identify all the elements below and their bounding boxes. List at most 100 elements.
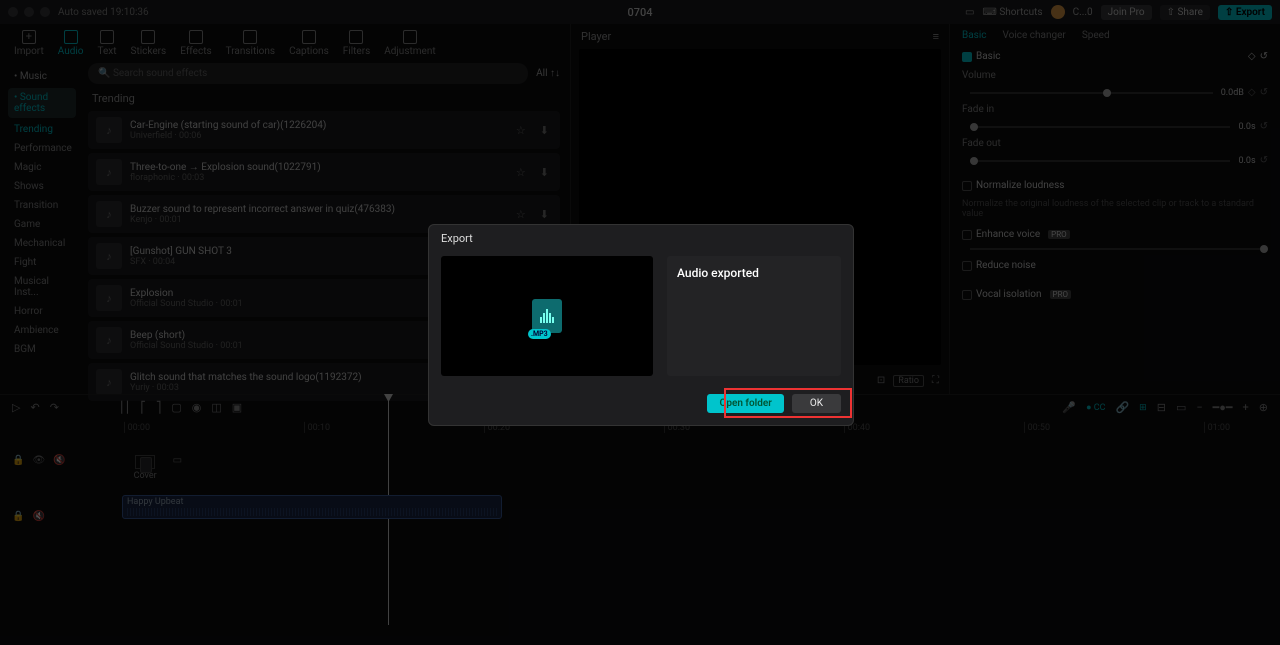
prop-tab-speed[interactable]: Speed	[1082, 30, 1110, 41]
zoom-fit-icon[interactable]: ⊕	[1259, 401, 1268, 414]
subcategory-performance[interactable]: Performance	[0, 139, 84, 158]
trim-left-icon[interactable]: ⎡	[140, 401, 146, 414]
normalize-desc: Normalize the original loudness of the s…	[962, 199, 1268, 219]
visibility-icon[interactable]: 👁	[32, 455, 45, 481]
zoom-out-icon[interactable]: −	[1196, 401, 1202, 414]
media-tab-transitions[interactable]: Transitions	[226, 30, 275, 57]
subcategory-musical-inst-[interactable]: Musical Inst...	[0, 272, 84, 302]
sound-row[interactable]: ♪Car-Engine (starting sound of car)(1226…	[88, 111, 560, 149]
zoom-in-icon[interactable]: +	[1243, 401, 1249, 414]
fadeout-label: Fade out	[962, 138, 1001, 149]
reset-icon[interactable]: ↺	[1260, 155, 1268, 166]
download-icon[interactable]: ⬇	[537, 124, 552, 137]
subcategory-game[interactable]: Game	[0, 215, 84, 234]
lock-icon[interactable]: 🔒	[12, 455, 24, 481]
basic-toggle[interactable]	[962, 52, 972, 62]
media-tab-captions[interactable]: Captions	[289, 30, 329, 57]
reset-icon[interactable]: ↺	[1260, 87, 1268, 98]
media-tab-text[interactable]: Text	[97, 30, 116, 57]
mute-icon[interactable]: 🔇	[53, 455, 65, 481]
media-tab-stickers[interactable]: Stickers	[131, 30, 167, 57]
ratio-button[interactable]: Ratio	[893, 375, 924, 387]
media-tab-effects[interactable]: Effects	[180, 30, 211, 57]
download-icon[interactable]: ⬇	[537, 208, 552, 221]
enhance-slider[interactable]	[970, 248, 1260, 250]
lock-icon[interactable]: 🔒	[12, 511, 24, 522]
player-menu-icon[interactable]: ≡	[933, 30, 939, 43]
subcategory-ambience[interactable]: Ambience	[0, 321, 84, 340]
favorite-icon[interactable]: ☆	[513, 166, 529, 179]
link-icon[interactable]: 🔗	[1115, 401, 1129, 414]
favorite-icon[interactable]: ☆	[513, 124, 529, 137]
reset-icon[interactable]: ↺	[1260, 121, 1268, 132]
selection-tool-icon[interactable]: ▷	[12, 401, 20, 414]
subcategory-magic[interactable]: Magic	[0, 158, 84, 177]
search-input[interactable]: 🔍 Search sound effects	[88, 63, 528, 84]
marker-icon[interactable]: ◉	[192, 401, 202, 414]
keyframe-icon[interactable]: ◇	[1248, 87, 1256, 98]
waveform	[127, 508, 497, 516]
mute-icon[interactable]: 🔇	[32, 511, 44, 522]
sort-all[interactable]: All ↑↓	[536, 68, 560, 79]
subcategory-bgm[interactable]: BGM	[0, 340, 84, 359]
open-folder-button[interactable]: Open folder	[707, 394, 783, 413]
subcategory-trending[interactable]: Trending	[0, 120, 84, 139]
sound-row[interactable]: ♪Three-to-one → Explosion sound(1022791)…	[88, 153, 560, 191]
subcategory-horror[interactable]: Horror	[0, 302, 84, 321]
auto-caption[interactable]: ● CC	[1086, 402, 1105, 413]
layout-icon[interactable]: ▭	[965, 7, 974, 18]
video-clip[interactable]	[140, 457, 152, 473]
zoom-slider[interactable]: ━●━	[1213, 401, 1233, 414]
enhance-toggle[interactable]	[962, 230, 972, 240]
category-music[interactable]: • Music	[8, 67, 76, 86]
magnetic-icon[interactable]: ⊞	[1139, 403, 1147, 413]
user-name[interactable]: C...0	[1073, 7, 1093, 18]
redo-icon[interactable]: ↷	[50, 401, 59, 414]
mic-icon[interactable]: 🎤	[1062, 401, 1076, 414]
keyframe-icon[interactable]: ◇	[1248, 51, 1256, 62]
prop-tab-basic[interactable]: Basic	[962, 30, 987, 41]
preview-icon[interactable]: ▭	[1176, 401, 1186, 414]
download-icon[interactable]: ⬇	[537, 166, 552, 179]
sound-thumb: ♪	[96, 327, 122, 353]
crop-icon[interactable]: ◫	[211, 401, 221, 414]
subcategory-shows[interactable]: Shows	[0, 177, 84, 196]
subcategory-fight[interactable]: Fight	[0, 253, 84, 272]
subcategory-mechanical[interactable]: Mechanical	[0, 234, 84, 253]
basic-heading: Basic	[976, 51, 1001, 62]
isolation-toggle[interactable]	[962, 290, 972, 300]
reset-icon[interactable]: ↺	[1260, 51, 1268, 62]
reduce-toggle[interactable]	[962, 261, 972, 271]
normalize-toggle[interactable]	[962, 181, 972, 191]
ok-button[interactable]: OK	[792, 394, 841, 413]
window-traffic-lights[interactable]	[8, 7, 50, 17]
split-icon[interactable]: ⎮⎮	[119, 401, 130, 414]
avatar[interactable]	[1051, 5, 1065, 19]
fullscreen-icon[interactable]: ⛶	[932, 375, 939, 386]
volume-slider[interactable]	[970, 92, 1213, 94]
fadeout-slider[interactable]	[970, 160, 1230, 162]
audio-clip[interactable]: Happy Upbeat	[122, 495, 502, 519]
media-tab-import[interactable]: Import	[14, 30, 44, 57]
add-track-icon[interactable]: ▭	[173, 455, 182, 481]
undo-icon[interactable]: ↶	[30, 401, 39, 414]
media-tab-audio[interactable]: Audio	[58, 30, 84, 57]
section-heading: Trending	[92, 92, 560, 105]
record-icon[interactable]: ▣	[232, 401, 242, 414]
prop-tab-voice-changer[interactable]: Voice changer	[1003, 30, 1066, 41]
delete-icon[interactable]: ▢	[171, 401, 181, 414]
trim-right-icon[interactable]: ⎤	[156, 401, 162, 414]
media-tab-filters[interactable]: Filters	[343, 30, 371, 57]
scale-icon[interactable]: ⊡	[877, 375, 885, 386]
fadein-slider[interactable]	[970, 126, 1230, 128]
ruler-tick: │00:10	[302, 422, 330, 433]
snap-icon[interactable]: ⊟	[1157, 401, 1166, 414]
subcategory-transition[interactable]: Transition	[0, 196, 84, 215]
favorite-icon[interactable]: ☆	[513, 208, 529, 221]
share-button[interactable]: ⇧ Share	[1160, 5, 1210, 20]
join-pro-button[interactable]: Join Pro	[1101, 5, 1152, 20]
export-button[interactable]: ⇧ Export	[1218, 5, 1272, 20]
shortcuts-button[interactable]: ⌨ Shortcuts	[982, 7, 1042, 18]
media-tab-adjustment[interactable]: Adjustment	[384, 30, 435, 57]
category-sound-effects[interactable]: • Sound effects	[8, 88, 76, 118]
